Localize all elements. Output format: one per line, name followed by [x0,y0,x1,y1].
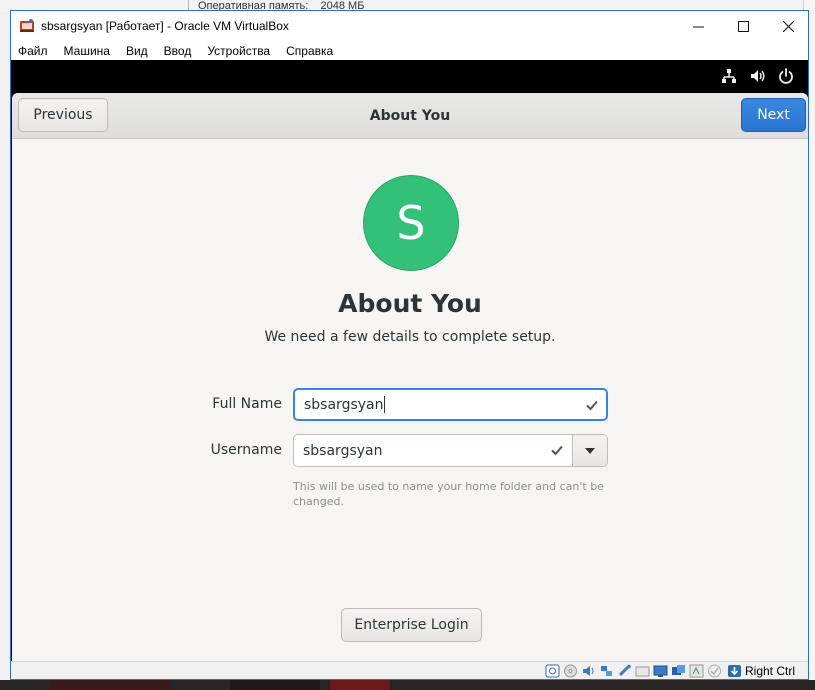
keyboard-capture-icon[interactable] [727,664,742,678]
initial-setup-window: About You Previous Next S About You We n… [12,93,808,661]
full-name-label: Full Name [212,396,282,412]
host-bg-block [230,680,320,690]
enterprise-login-button[interactable]: Enterprise Login [341,608,482,642]
mouse-integration-icon[interactable] [707,664,722,678]
menu-devices[interactable]: Устройства [207,44,270,58]
network-adapter-icon[interactable] [599,664,614,678]
hard-disk-icon[interactable] [545,664,560,678]
text-cursor [384,396,386,413]
chevron-down-icon [585,447,595,454]
video-capture-icon[interactable] [671,664,686,678]
avatar[interactable]: S [363,175,459,271]
previous-button[interactable]: Previous [18,98,108,132]
host-desktop-bottom [0,680,815,690]
username-hint: This will be used to name your home fold… [293,480,604,508]
full-name-value: sbsargsyan [304,396,384,413]
volume-icon[interactable] [749,67,767,85]
header-title: About You [369,108,451,124]
guest-display[interactable]: About You Previous Next S About You We n… [11,60,808,661]
maximize-icon [737,20,749,32]
menu-input[interactable]: Ввод [164,44,192,58]
virtualbox-window: sbsargsyan [Работает] - Oracle VM Virtua… [10,10,809,680]
status-bar: Right Ctrl [11,661,808,679]
username-label: Username [210,442,282,458]
host-bg-block [330,680,390,690]
usb-icon[interactable] [617,664,632,678]
menu-bar: Файл Машина Вид Ввод Устройства Справка [11,41,808,60]
maximize-button[interactable] [720,11,766,41]
host-key-label[interactable]: Right Ctrl [745,664,795,678]
shared-folders-icon[interactable] [635,664,650,678]
minimize-icon [692,26,704,27]
audio-icon[interactable] [581,664,596,678]
close-icon [782,20,794,32]
power-icon[interactable] [777,67,795,85]
page-title: About You [338,289,482,318]
minimize-button[interactable] [675,11,721,41]
header-bar: About You Previous Next [12,93,808,139]
menu-help[interactable]: Справка [286,44,333,58]
network-icon[interactable] [720,67,738,85]
page-subtitle: We need a few details to complete setup. [264,329,556,345]
menu-machine[interactable]: Машина [64,44,110,58]
username-dropdown-button[interactable] [572,435,607,466]
checkmark-icon [586,400,598,411]
optical-drive-icon[interactable] [563,664,578,678]
menu-view[interactable]: Вид [126,44,148,58]
username-value: sbsargsyan [303,442,383,459]
next-button[interactable]: Next [741,98,806,132]
virtualbox-icon [20,19,34,32]
cpu-icon[interactable] [689,664,704,678]
host-bg-block [50,680,170,690]
title-bar[interactable]: sbsargsyan [Работает] - Oracle VM Virtua… [11,11,808,41]
username-combo[interactable]: sbsargsyan [293,434,608,467]
window-title: sbsargsyan [Работает] - Oracle VM Virtua… [41,19,289,33]
display-icon[interactable] [653,664,668,678]
full-name-field[interactable]: sbsargsyan [293,388,608,421]
checkmark-icon [551,445,563,456]
menu-file[interactable]: Файл [18,44,48,58]
close-button[interactable] [765,11,811,41]
gnome-top-bar [11,60,808,92]
